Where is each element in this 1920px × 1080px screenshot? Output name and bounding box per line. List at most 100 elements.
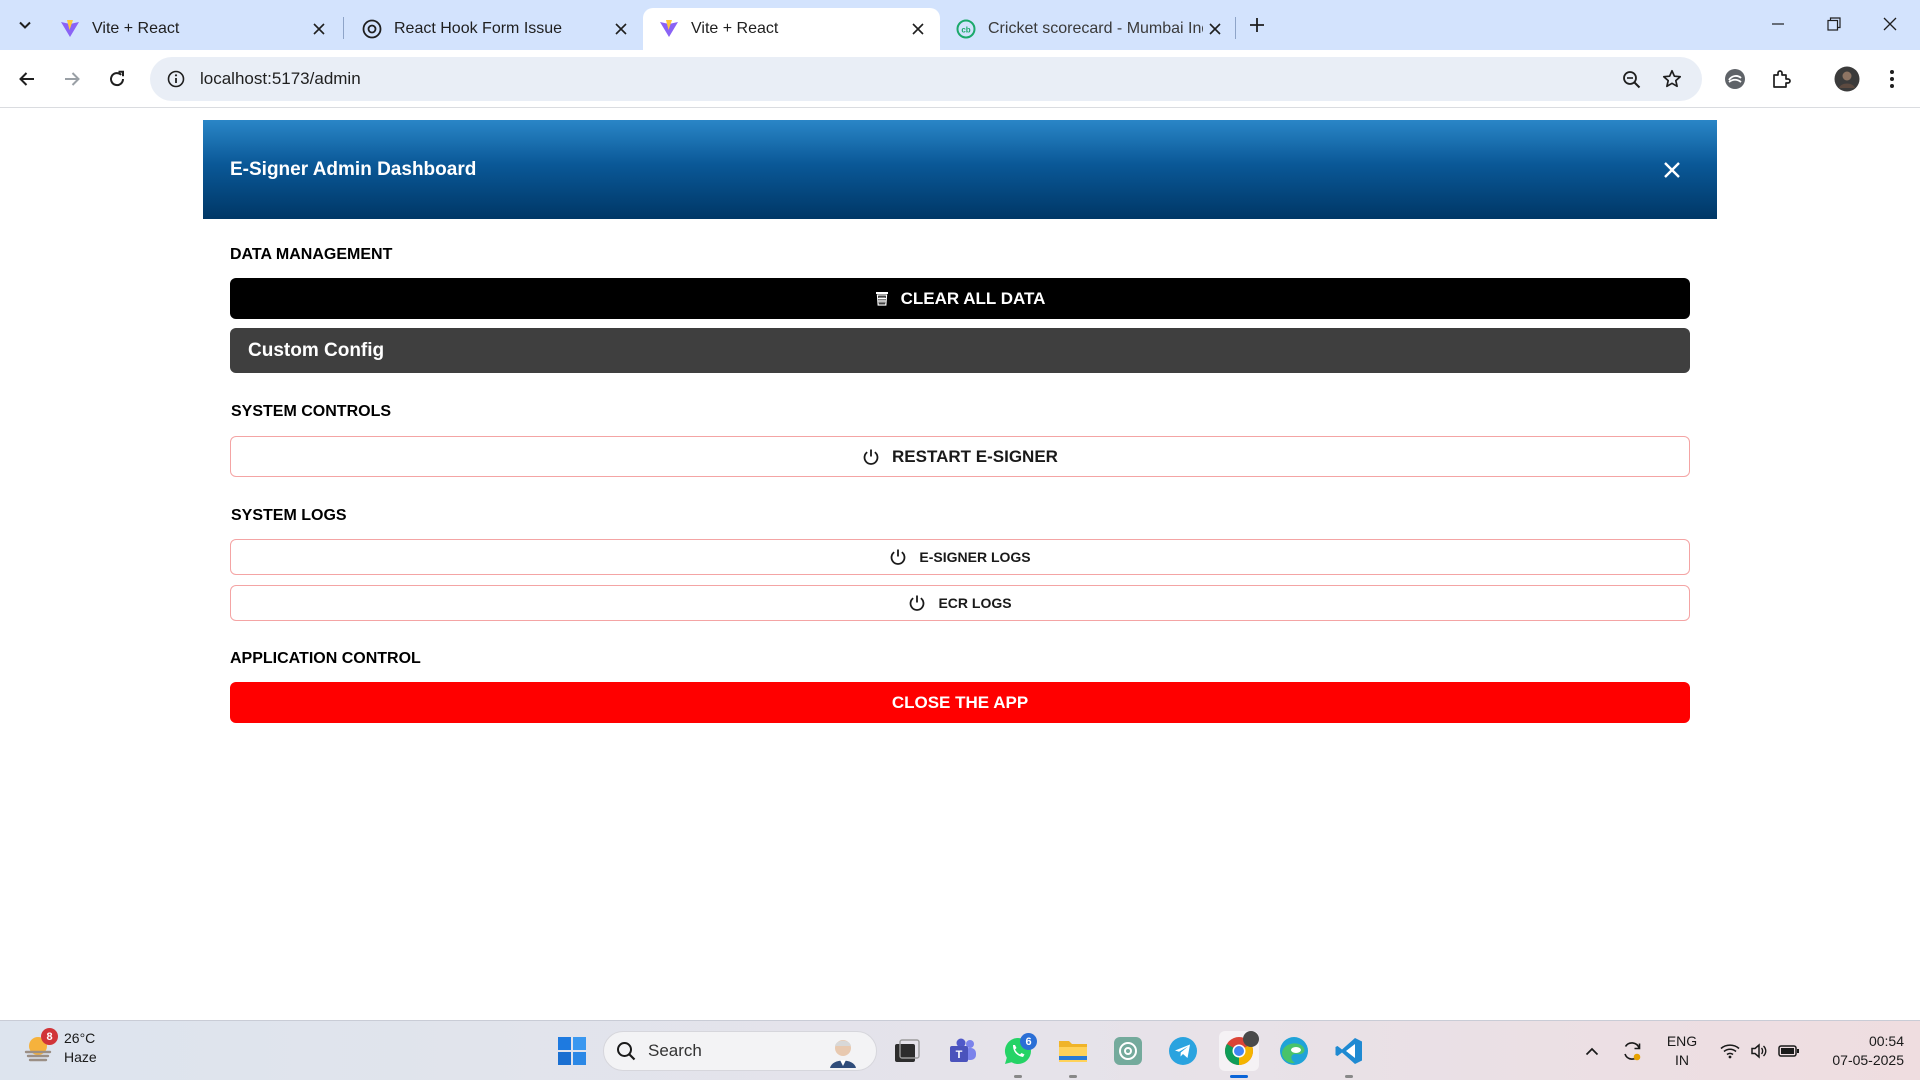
power-icon (862, 448, 880, 466)
weather-haze-icon: 8 (22, 1028, 58, 1064)
tab-search-button[interactable] (8, 8, 42, 42)
vite-icon (60, 19, 80, 39)
search-placeholder: Search (648, 1041, 702, 1060)
clock[interactable]: 00:54 07-05-2025 (1812, 1031, 1904, 1071)
zoom-icon[interactable] (1613, 61, 1649, 97)
bookmark-star-icon[interactable] (1654, 61, 1690, 97)
show-hidden-icons-button[interactable] (1580, 1031, 1604, 1071)
tab-title: Vite + React (92, 20, 180, 37)
clear-all-data-button[interactable]: CLEAR ALL DATA (230, 278, 1690, 319)
weather-badge: 8 (41, 1028, 58, 1045)
tab-title: Cricket scorecard - Mumbai Indi (988, 20, 1203, 37)
wifi-icon (1720, 1044, 1740, 1059)
edge-icon[interactable] (1274, 1031, 1314, 1071)
forward-button[interactable] (54, 61, 90, 97)
ecr-logs-label: ECR LOGS (938, 595, 1012, 611)
power-icon (889, 548, 907, 566)
close-icon (1883, 17, 1897, 31)
clock-date: 07-05-2025 (1832, 1052, 1904, 1068)
custom-config-label: Custom Config (248, 339, 385, 361)
browser-tab-4[interactable]: cb Cricket scorecard - Mumbai Indi (940, 8, 1237, 50)
vpn-extension-icon[interactable] (1717, 61, 1753, 97)
browser-tab-bar: Vite + React React Hook Form Issue Vite … (0, 0, 1920, 50)
chrome-taskbar-icon[interactable] (1219, 1031, 1259, 1078)
language-code: ENG (1666, 1033, 1698, 1049)
dashboard-close-button[interactable] (1655, 153, 1689, 187)
region-code: IN (1675, 1052, 1689, 1068)
system-status-cluster[interactable] (1715, 1031, 1805, 1071)
chatgpt-icon[interactable] (1108, 1031, 1148, 1071)
close-app-button[interactable]: CLOSE THE APP (230, 682, 1690, 723)
volume-icon (1751, 1043, 1767, 1059)
section-title-application-control: APPLICATION CONTROL (230, 650, 421, 667)
back-button[interactable] (9, 61, 45, 97)
address-bar[interactable]: localhost:5173/admin (150, 57, 1702, 101)
browser-toolbar: localhost:5173/admin (0, 50, 1920, 108)
windows-taskbar: 8 26°C Haze Search T 6 ENG IN 00:54 07-0… (0, 1020, 1920, 1080)
restore-button[interactable] (1806, 0, 1862, 48)
windows-logo-icon (558, 1037, 586, 1065)
weather-widget[interactable]: 8 26°C Haze (22, 1028, 97, 1067)
teams-icon[interactable]: T (943, 1031, 983, 1071)
extensions-puzzle-icon[interactable] (1763, 61, 1799, 97)
taskbar-search-box[interactable]: Search (603, 1031, 877, 1071)
search-icon (617, 1042, 636, 1061)
window-close-button[interactable] (1862, 0, 1918, 48)
file-explorer-icon[interactable] (1053, 1031, 1093, 1078)
weather-condition: Haze (64, 1049, 97, 1065)
reload-button[interactable] (99, 61, 135, 97)
restart-esigner-button[interactable]: RESTART E-SIGNER (230, 436, 1690, 477)
esigner-logs-button[interactable]: E-SIGNER LOGS (230, 539, 1690, 575)
restore-icon (1827, 17, 1841, 31)
custom-config-button[interactable]: Custom Config (230, 328, 1690, 373)
tab-title: Vite + React (691, 20, 779, 37)
search-highlight-icon (824, 1036, 862, 1073)
running-indicator (1069, 1075, 1077, 1078)
weather-text: 26°C Haze (64, 1029, 97, 1067)
arrow-left-icon (19, 72, 34, 86)
start-button[interactable] (552, 1031, 592, 1071)
reload-icon (110, 70, 125, 87)
minimize-button[interactable] (1750, 0, 1806, 48)
svg-text:T: T (956, 1049, 963, 1061)
plus-icon (1250, 18, 1264, 32)
running-indicator (1014, 1075, 1022, 1078)
tab-separator (1235, 17, 1236, 39)
browser-tab-1[interactable]: Vite + React (44, 8, 341, 50)
cricbuzz-icon: cb (956, 19, 976, 39)
sync-icon[interactable] (1620, 1031, 1644, 1071)
telegram-icon[interactable] (1163, 1031, 1203, 1071)
profile-avatar[interactable] (1829, 61, 1865, 97)
vscode-icon[interactable] (1329, 1031, 1369, 1078)
site-info-icon[interactable] (154, 57, 198, 101)
power-icon (908, 594, 926, 612)
close-icon[interactable] (1203, 17, 1227, 41)
ecr-logs-button[interactable]: ECR LOGS (230, 585, 1690, 621)
openai-icon (362, 19, 382, 39)
weather-temp: 26°C (64, 1030, 96, 1046)
trash-icon (875, 291, 889, 306)
new-tab-button[interactable] (1240, 10, 1274, 40)
clear-all-data-label: CLEAR ALL DATA (900, 288, 1046, 308)
chevron-down-icon (19, 21, 31, 29)
vite-icon (659, 19, 679, 39)
whatsapp-badge: 6 (1020, 1033, 1037, 1050)
section-title-system-logs: SYSTEM LOGS (231, 507, 347, 524)
close-icon[interactable] (307, 17, 331, 41)
dashboard-header: E-Signer Admin Dashboard (203, 120, 1717, 219)
browser-tab-3[interactable]: Vite + React (643, 8, 940, 50)
browser-tab-2[interactable]: React Hook Form Issue (346, 8, 643, 50)
esigner-logs-label: E-SIGNER LOGS (919, 549, 1031, 565)
task-view-icon[interactable] (887, 1031, 927, 1071)
restart-esigner-label: RESTART E-SIGNER (892, 446, 1058, 466)
close-icon[interactable] (906, 17, 930, 41)
url-text[interactable]: localhost:5173/admin (200, 69, 361, 89)
section-title-data-management: DATA MANAGEMENT (230, 246, 393, 263)
whatsapp-icon[interactable]: 6 (998, 1031, 1038, 1078)
battery-icon (1778, 1045, 1799, 1057)
language-indicator[interactable]: ENG IN (1661, 1031, 1703, 1071)
minimize-icon (1772, 23, 1784, 25)
close-icon[interactable] (609, 17, 633, 41)
chrome-menu-button[interactable] (1874, 61, 1910, 97)
running-indicator (1345, 1075, 1353, 1078)
